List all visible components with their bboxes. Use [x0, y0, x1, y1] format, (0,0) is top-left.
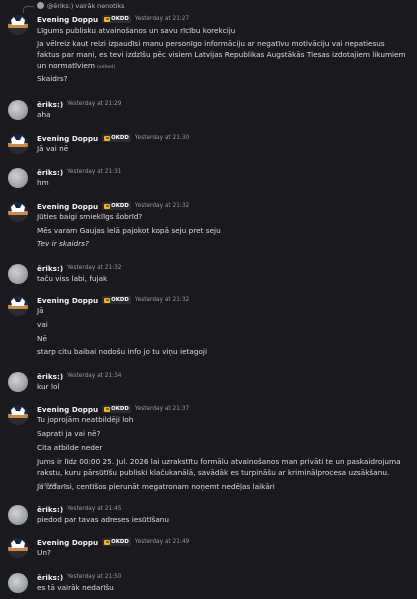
reply-preview-text[interactable]: @ēriks:) vairāk nenotiks — [47, 2, 124, 10]
timestamp[interactable]: Yesterday at 21:49 — [135, 539, 189, 545]
guild-tag-text: OKDD — [111, 539, 129, 545]
message-header: ēriks:) Yesterday at 21:34 — [37, 371, 121, 381]
guild-tag-text: OKDD — [111, 406, 129, 412]
guild-badge-icon — [104, 297, 111, 303]
chat-window: @ēriks:) vairāk nenotiks Evening Doppu O… — [0, 0, 417, 599]
username[interactable]: ēriks:) — [37, 100, 63, 109]
avatar-eriks[interactable] — [8, 100, 28, 120]
guild-tag-badge[interactable]: OKDD — [102, 296, 131, 304]
reply-connector — [23, 6, 34, 13]
avatar-evening-doppu[interactable] — [8, 405, 28, 425]
guild-tag-badge[interactable]: OKDD — [102, 405, 131, 413]
message-header: Evening Doppu OKDD Yesterday at 21:37 — [37, 404, 189, 414]
message-text: es tā vairāk nedarīšu — [37, 583, 114, 592]
message-text: Cita atbilde neder — [37, 443, 103, 452]
message-header: Evening Doppu OKDD Yesterday at 21:32 — [37, 201, 189, 211]
guild-tag-badge[interactable]: OKDD — [102, 15, 131, 23]
guild-tag-badge[interactable]: OKDD — [102, 538, 131, 546]
guild-tag-text: OKDD — [111, 135, 129, 141]
message-header: ēriks:) Yesterday at 21:29 — [37, 99, 121, 109]
message-header: ēriks:) Yesterday at 21:32 — [37, 263, 121, 273]
message-header: ēriks:) Yesterday at 21:31 — [37, 167, 121, 177]
guild-badge-icon — [104, 16, 111, 22]
message-text: starp citu baibai nodošu info jo tu viņu… — [37, 347, 207, 356]
timestamp[interactable]: Yesterday at 21:32 — [135, 297, 189, 303]
message-text: hm — [37, 178, 49, 187]
timestamp[interactable]: Yesterday at 21:29 — [67, 101, 121, 107]
guild-tag-badge[interactable]: OKDD — [102, 134, 131, 142]
username[interactable]: ēriks:) — [37, 168, 63, 177]
message-text: Un? — [37, 548, 51, 557]
edited-label: (edited) — [96, 65, 116, 70]
message-header: ēriks:) Yesterday at 21:45 — [37, 504, 121, 514]
message-text: Tev ir skaidrs? — [37, 238, 409, 249]
guild-badge-icon — [104, 203, 111, 209]
message-text-content: Jums ir līdz 00:00 25. Jul. 2026 lai uzr… — [37, 457, 401, 477]
timestamp[interactable]: Yesterday at 21:50 — [67, 574, 121, 580]
username[interactable]: ēriks:) — [37, 505, 63, 514]
timestamp[interactable]: Yesterday at 21:30 — [135, 135, 189, 141]
timestamp[interactable]: Yesterday at 21:34 — [67, 373, 121, 379]
timestamp[interactable]: Yesterday at 21:32 — [67, 265, 121, 271]
username[interactable]: Evening Doppu — [37, 538, 98, 547]
message-text: Ja izdarīsi, centīšos pierunāt megatrona… — [37, 482, 275, 491]
guild-badge-icon — [104, 135, 111, 141]
avatar-eriks[interactable] — [8, 168, 28, 188]
username[interactable]: Evening Doppu — [37, 15, 98, 24]
message-text: piedod par tavas adreses iesūtīšanu — [37, 515, 170, 524]
avatar-evening-doppu[interactable] — [8, 134, 28, 154]
avatar-evening-doppu[interactable] — [8, 296, 28, 316]
guild-tag-badge[interactable]: OKDD — [102, 202, 131, 210]
message-text: Nē — [37, 334, 47, 343]
avatar-eriks[interactable] — [8, 264, 28, 284]
message-text: Saprati ja vai nē? — [37, 429, 101, 438]
guild-tag-text: OKDD — [111, 16, 129, 22]
message-text: Ja vēlreiz kaut reizi izpaudīsi manu per… — [37, 38, 409, 73]
message-text: Jūties baigi smieklīgs šobrīd? — [37, 212, 143, 221]
avatar-evening-doppu[interactable] — [8, 538, 28, 558]
message-header: Evening Doppu OKDD Yesterday at 21:27 — [37, 14, 189, 24]
message-text: Tu joprojām neatbildēji loh — [37, 415, 134, 424]
message-header: ēriks:) Yesterday at 21:50 — [37, 572, 121, 582]
message-text: Jā vai nē — [37, 144, 69, 153]
message-header: Evening Doppu OKDD Yesterday at 21:30 — [37, 133, 189, 143]
message-text: kur lol — [37, 382, 60, 391]
username[interactable]: ēriks:) — [37, 264, 63, 273]
message-text: Mēs varam Gaujas lelā pajokot kopā seju … — [37, 226, 221, 235]
avatar-evening-doppu[interactable] — [8, 202, 28, 222]
avatar-evening-doppu[interactable] — [8, 15, 28, 35]
timestamp[interactable]: Yesterday at 21:31 — [67, 169, 121, 175]
timestamp[interactable]: Yesterday at 21:37 — [135, 406, 189, 412]
message-text: Līgums publisku atvainošanos un savu rīc… — [37, 26, 236, 35]
username[interactable]: Evening Doppu — [37, 296, 98, 305]
message-text: Jā — [37, 306, 44, 315]
message-header: Evening Doppu OKDD Yesterday at 21:32 — [37, 295, 189, 305]
username[interactable]: Evening Doppu — [37, 134, 98, 143]
username[interactable]: Evening Doppu — [37, 202, 98, 211]
username[interactable]: ēriks:) — [37, 573, 63, 582]
username[interactable]: ēriks:) — [37, 372, 63, 381]
message-text: Skaidrs? — [37, 74, 68, 83]
timestamp[interactable]: Yesterday at 21:27 — [135, 16, 189, 22]
timestamp[interactable]: Yesterday at 21:45 — [67, 506, 121, 512]
message-header: Evening Doppu OKDD Yesterday at 21:49 — [37, 537, 189, 547]
message-text: taču viss labi, fujak — [37, 274, 108, 283]
avatar-eriks[interactable] — [8, 573, 28, 593]
italic-text: Tev ir skaidrs? — [37, 239, 89, 248]
timestamp[interactable]: Yesterday at 21:32 — [135, 203, 189, 209]
reply-reference[interactable]: @ēriks:) vairāk nenotiks — [0, 0, 417, 13]
guild-tag-text: OKDD — [111, 203, 129, 209]
message-text: vai — [37, 320, 48, 329]
guild-badge-icon — [104, 406, 111, 412]
guild-badge-icon — [104, 539, 111, 545]
avatar-eriks[interactable] — [8, 505, 28, 525]
message-text: aha — [37, 110, 51, 119]
avatar-eriks[interactable] — [8, 372, 28, 392]
reply-avatar — [37, 2, 44, 9]
message-text-content: Ja vēlreiz kaut reizi izpaudīsi manu per… — [37, 39, 406, 70]
guild-tag-text: OKDD — [111, 297, 129, 303]
username[interactable]: Evening Doppu — [37, 405, 98, 414]
